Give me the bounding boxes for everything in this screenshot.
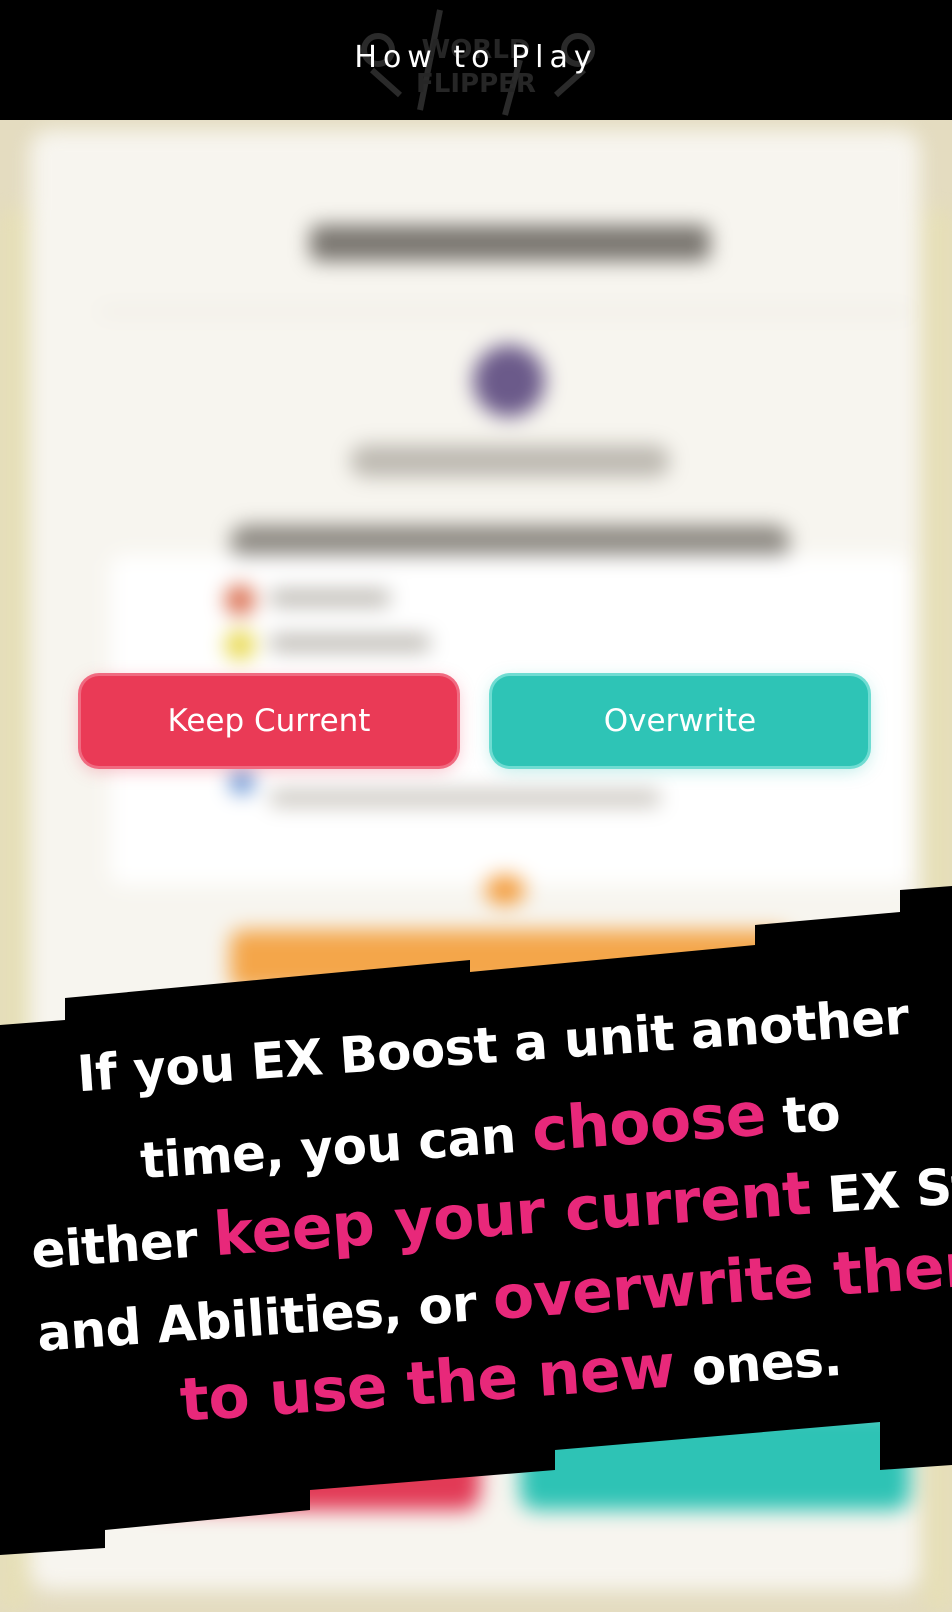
stat-line [270, 590, 390, 606]
page-title: How to Play [354, 40, 598, 75]
caption-highlight: choose [529, 1079, 769, 1166]
caption-text-segment: either [29, 1210, 200, 1281]
caption-text-segment: to [780, 1083, 842, 1146]
unit-avatar [473, 345, 545, 417]
description-placeholder [230, 525, 790, 559]
top-header: WORLD FLIPPER How to Play [0, 0, 952, 120]
stat-icon [225, 630, 255, 660]
caption-text-segment: EX Stats [825, 1150, 952, 1225]
ability-icon [230, 770, 254, 794]
divider [100, 310, 910, 313]
keep-current-button[interactable]: Keep Current [81, 676, 457, 766]
caption-text-segment: time, you can [138, 1106, 518, 1191]
ability-line [270, 790, 660, 806]
stat-line [270, 635, 430, 651]
caption-text: If you EX Boost a unit another time, you… [0, 957, 952, 1492]
overwrite-button[interactable]: Overwrite [492, 676, 868, 766]
caption-text-segment: ones. [689, 1328, 844, 1398]
stat-icon [225, 585, 255, 615]
dialog-title-placeholder [310, 225, 710, 261]
unit-name-placeholder [350, 445, 670, 477]
arrow-down-icon [485, 875, 525, 905]
